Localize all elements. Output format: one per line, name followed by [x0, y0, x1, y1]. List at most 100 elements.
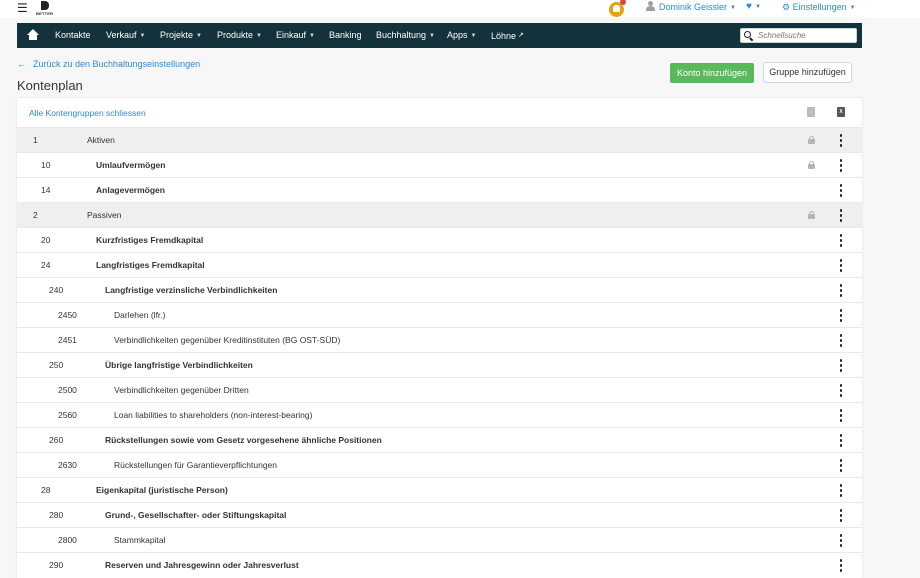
- more-options-icon[interactable]: [839, 359, 843, 372]
- dot: [839, 444, 843, 447]
- more-options-icon[interactable]: [839, 209, 843, 222]
- account-row[interactable]: 240 Langfristige verzinsliche Verbindlich…: [17, 277, 862, 302]
- chevron-down-icon: ▼: [754, 4, 761, 10]
- more-options-icon[interactable]: [839, 534, 843, 547]
- account-row[interactable]: 10 Umlaufvermögen: [17, 152, 862, 177]
- account-number: 2451: [58, 335, 77, 345]
- add-account-button[interactable]: Konto hinzufügen: [670, 63, 754, 83]
- account-row[interactable]: 2450 Darlehen (lfr.): [17, 302, 862, 327]
- more-options-icon[interactable]: [839, 484, 843, 497]
- account-row[interactable]: 260 Rückstellungen sowie vom Gesetz vorge…: [17, 427, 862, 452]
- account-name: Verbindlichkeiten gegenüber Dritten: [114, 385, 249, 395]
- dot: [839, 344, 843, 347]
- arrow-left-icon: ←: [17, 59, 26, 69]
- more-options-icon[interactable]: [839, 459, 843, 472]
- search-input[interactable]: [758, 30, 853, 41]
- account-row[interactable]: 290 Reserven und Jahresgewinn oder Jahres…: [17, 552, 862, 577]
- logo-mark: [41, 1, 49, 10]
- dot: [839, 144, 843, 147]
- favorites-menu[interactable]: ♥ ▼: [746, 1, 761, 13]
- nav-item-projekte[interactable]: Projekte ▼: [160, 23, 202, 48]
- more-options-icon[interactable]: [839, 509, 843, 522]
- dot: [839, 284, 843, 287]
- dot: [839, 184, 843, 187]
- lock-icon: [808, 211, 815, 219]
- collapse-all-groups-link[interactable]: Alle Kontengruppen schliessen: [29, 108, 146, 118]
- account-name: Langfristiges Fremdkapital: [96, 260, 205, 270]
- account-number: 290: [49, 560, 64, 570]
- nav-item-produkte[interactable]: Produkte ▼: [217, 23, 262, 48]
- nav-item-loehne[interactable]: Löhne ↗: [491, 23, 524, 48]
- more-options-icon[interactable]: [839, 159, 843, 172]
- account-row[interactable]: 2560 Loan liabilities to shareholders (no…: [17, 402, 862, 427]
- back-link-label: Zurück zu den Buchhaltungseinstellungen: [33, 59, 201, 69]
- dot: [839, 519, 843, 522]
- dot: [839, 164, 843, 167]
- account-row[interactable]: 2500 Verbindlichkeiten gegenüber Dritten: [17, 377, 862, 402]
- account-name: Eigenkapital (juristische Person): [96, 485, 228, 495]
- account-row[interactable]: 2 Passiven: [17, 202, 862, 227]
- account-name: Übrige langfristige Verbindlichkeiten: [105, 360, 253, 370]
- account-number: 240: [49, 285, 64, 295]
- dot: [839, 189, 843, 192]
- company-logo[interactable]: BETTER: [33, 0, 57, 17]
- account-row[interactable]: 2800 Stammkapital: [17, 527, 862, 552]
- nav-item-kontakte[interactable]: Kontakte: [55, 23, 91, 48]
- dot: [839, 464, 843, 467]
- more-options-icon[interactable]: [839, 259, 843, 272]
- account-row[interactable]: 14 Anlagevermögen: [17, 177, 862, 202]
- excel-file-icon[interactable]: X: [837, 107, 845, 117]
- account-row[interactable]: 280 Grund-, Gesellschafter- oder Stiftung…: [17, 502, 862, 527]
- dot: [839, 334, 843, 337]
- account-row[interactable]: 24 Langfristiges Fremdkapital: [17, 252, 862, 277]
- quick-search[interactable]: [740, 28, 857, 43]
- more-options-icon[interactable]: [839, 334, 843, 347]
- more-options-icon[interactable]: [839, 134, 843, 147]
- account-number: 1: [33, 135, 38, 145]
- nav-item-buchhaltung[interactable]: Buchhaltung ▼: [376, 23, 435, 48]
- chevron-down-icon: ▼: [309, 33, 315, 39]
- user-menu[interactable]: Dominik Geissler ▼: [646, 1, 736, 14]
- dot: [839, 389, 843, 392]
- dot: [839, 219, 843, 222]
- more-options-icon[interactable]: [839, 284, 843, 297]
- account-row[interactable]: 28 Eigenkapital (juristische Person): [17, 477, 862, 502]
- notification-bell-icon[interactable]: [609, 0, 626, 17]
- more-options-icon[interactable]: [839, 384, 843, 397]
- gear-icon: ⚙: [782, 2, 791, 12]
- nav-item-banking[interactable]: Banking: [329, 23, 362, 48]
- account-number: 2560: [58, 410, 77, 420]
- add-group-button[interactable]: Gruppe hinzufügen: [763, 62, 852, 83]
- account-row[interactable]: 2630 Rückstellungen für Garantieverpflich…: [17, 452, 862, 477]
- account-number: 2450: [58, 310, 77, 320]
- nav-item-einkauf[interactable]: Einkauf ▼: [276, 23, 315, 48]
- settings-menu[interactable]: ⚙ Einstellungen ▼: [782, 1, 856, 14]
- nav-item-verkauf[interactable]: Verkauf ▼: [106, 23, 145, 48]
- pdf-file-icon[interactable]: ↓: [807, 107, 815, 117]
- dot: [839, 534, 843, 537]
- dot: [839, 194, 843, 197]
- menu-icon[interactable]: ☰: [17, 1, 28, 15]
- account-row[interactable]: 20 Kurzfristiges Fremdkapital: [17, 227, 862, 252]
- account-row[interactable]: 250 Übrige langfristige Verbindlichkeiten: [17, 352, 862, 377]
- more-options-icon[interactable]: [839, 559, 843, 572]
- account-row[interactable]: 1 Aktiven: [17, 127, 862, 152]
- more-options-icon[interactable]: [839, 309, 843, 322]
- dot: [839, 209, 843, 212]
- dot: [839, 159, 843, 162]
- back-to-settings-link[interactable]: ← Zurück zu den Buchhaltungseinstellungen: [17, 59, 200, 69]
- more-options-icon[interactable]: [839, 234, 843, 247]
- account-name: Verbindlichkeiten gegenüber Kreditinstit…: [114, 335, 341, 345]
- dot: [839, 569, 843, 572]
- logo-text: BETTER: [36, 11, 54, 16]
- account-row[interactable]: 2451 Verbindlichkeiten gegenüber Kreditin…: [17, 327, 862, 352]
- dot: [839, 469, 843, 472]
- excel-glyph: X: [839, 109, 843, 115]
- more-options-icon[interactable]: [839, 184, 843, 197]
- more-options-icon[interactable]: [839, 409, 843, 422]
- account-name: Passiven: [87, 210, 122, 220]
- nav-item-apps[interactable]: Apps ▼: [447, 23, 476, 48]
- home-icon[interactable]: [27, 29, 39, 41]
- account-name: Darlehen (lfr.): [114, 310, 166, 320]
- more-options-icon[interactable]: [839, 434, 843, 447]
